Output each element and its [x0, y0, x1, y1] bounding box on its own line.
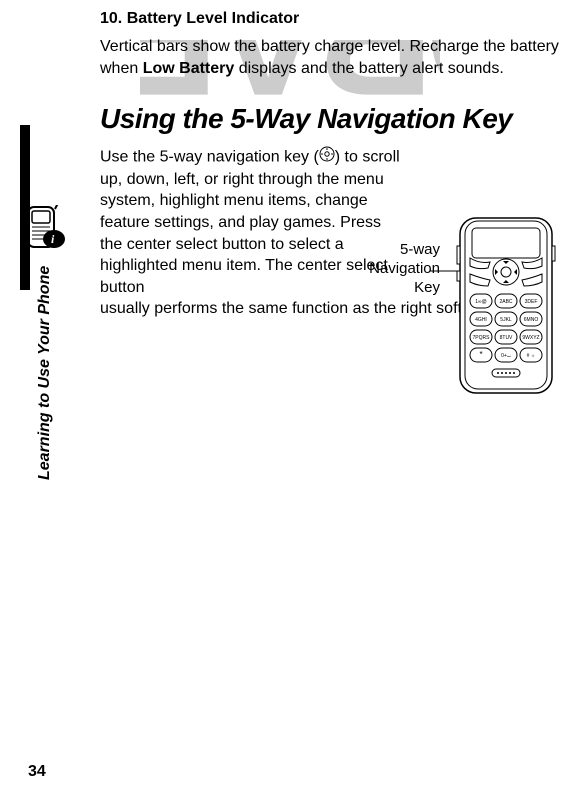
main-heading: Using the 5-Way Navigation Key	[100, 101, 562, 136]
svg-text:# ☼: # ☼	[527, 353, 536, 359]
sidebar-chapter-label: Learning to Use Your Phone	[36, 266, 54, 480]
svg-text:1∞@: 1∞@	[475, 299, 486, 305]
svg-text:3DEF: 3DEF	[525, 299, 538, 305]
section-10-body: Vertical bars show the battery charge le…	[100, 36, 562, 79]
svg-text:9WXYZ: 9WXYZ	[522, 335, 539, 341]
svg-text:0+⌴: 0+⌴	[501, 353, 511, 359]
svg-text:*: *	[479, 350, 482, 359]
page-number: 34	[28, 763, 46, 781]
svg-text:8TUV: 8TUV	[500, 335, 513, 341]
low-battery-label: Low Battery	[143, 60, 235, 77]
svg-text:6MNO: 6MNO	[524, 317, 539, 323]
svg-text:2ABC: 2ABC	[499, 299, 512, 305]
phone-illustration: 5-way Navigation Key 1∞@ 2ABC 3DEF 4GHI …	[395, 216, 560, 406]
section-10-heading: 10. Battery Level Indicator	[100, 10, 562, 28]
svg-text:5JKL: 5JKL	[500, 317, 512, 323]
text: ) to scroll up, down, left, or right thr…	[100, 149, 400, 296]
phone-svg: 1∞@ 2ABC 3DEF 4GHI 5JKL 6MNO 7PQRS 8TUV …	[430, 216, 560, 406]
svg-text:4GHI: 4GHI	[475, 317, 487, 323]
nav-key-icon	[319, 146, 335, 169]
svg-text:7PQRS: 7PQRS	[473, 335, 491, 341]
text: Use the 5-way navigation key (	[100, 149, 319, 166]
text: displays and the battery alert sounds.	[234, 60, 504, 77]
